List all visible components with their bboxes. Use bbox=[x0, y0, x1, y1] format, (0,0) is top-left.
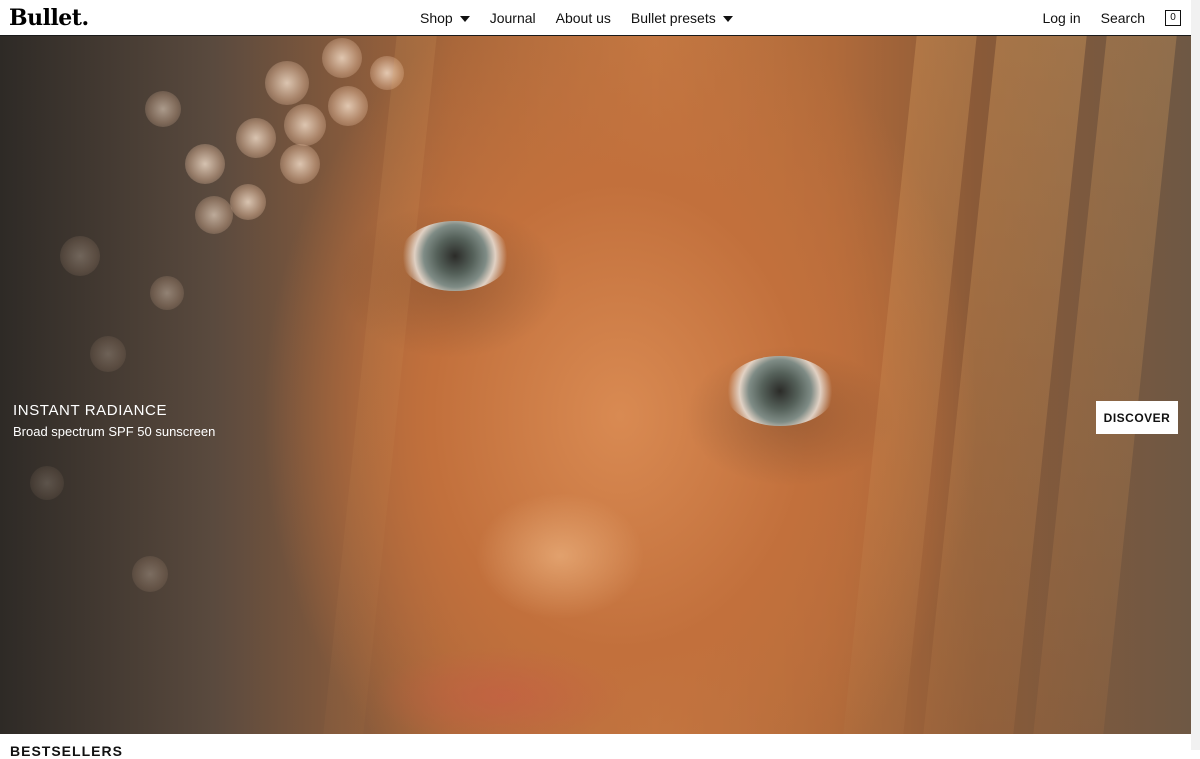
bokeh-light bbox=[236, 118, 276, 158]
eye-left bbox=[400, 221, 510, 291]
bokeh-light bbox=[265, 61, 309, 105]
nav-item-bullet-presets[interactable]: Bullet presets bbox=[631, 10, 733, 26]
main-nav: Shop Journal About us Bullet presets bbox=[420, 0, 733, 36]
nav-item-label: Shop bbox=[420, 10, 453, 26]
bokeh-light bbox=[60, 236, 100, 276]
nav-item-shop[interactable]: Shop bbox=[420, 10, 470, 26]
hair-strand bbox=[323, 36, 437, 734]
bokeh-light bbox=[185, 144, 225, 184]
bokeh-light bbox=[195, 196, 233, 234]
bokeh-light bbox=[280, 144, 320, 184]
bokeh-light bbox=[328, 86, 368, 126]
scrollbar[interactable] bbox=[1191, 0, 1200, 750]
bokeh-light bbox=[90, 336, 126, 372]
nav-item-label: Journal bbox=[489, 10, 536, 26]
eye-right bbox=[725, 356, 835, 426]
bestsellers-heading: BESTSELLERS bbox=[10, 743, 123, 759]
caret-down-icon bbox=[459, 15, 470, 22]
nav-item-about-us[interactable]: About us bbox=[556, 10, 611, 26]
hero-subtitle: Broad spectrum SPF 50 sunscreen bbox=[13, 424, 216, 439]
cart-count: 0 bbox=[1170, 12, 1176, 23]
bokeh-light bbox=[322, 38, 362, 78]
bokeh-light bbox=[30, 466, 64, 500]
nav-item-label: About us bbox=[555, 10, 611, 26]
login-link[interactable]: Log in bbox=[1042, 10, 1080, 26]
bokeh-light bbox=[145, 91, 181, 127]
bokeh-light bbox=[132, 556, 168, 592]
nav-item-journal[interactable]: Journal bbox=[490, 10, 536, 26]
bokeh-light bbox=[150, 276, 184, 310]
hero-banner: INSTANT RADIANCE Broad spectrum SPF 50 s… bbox=[0, 36, 1191, 734]
caret-down-icon bbox=[722, 15, 733, 22]
site-header: Bullet. Shop Journal About us Bullet pre… bbox=[0, 0, 1191, 36]
bokeh-light bbox=[284, 104, 326, 146]
nav-item-label: Bullet presets bbox=[630, 10, 716, 26]
bokeh-light bbox=[230, 184, 266, 220]
discover-button[interactable]: DISCOVER bbox=[1096, 401, 1178, 434]
account-nav: Log in Search 0 bbox=[1042, 0, 1181, 36]
brand-logo[interactable]: Bullet. bbox=[9, 5, 89, 31]
cart-icon[interactable]: 0 bbox=[1165, 10, 1181, 26]
search-link[interactable]: Search bbox=[1101, 10, 1145, 26]
hero-title: INSTANT RADIANCE bbox=[13, 402, 168, 419]
